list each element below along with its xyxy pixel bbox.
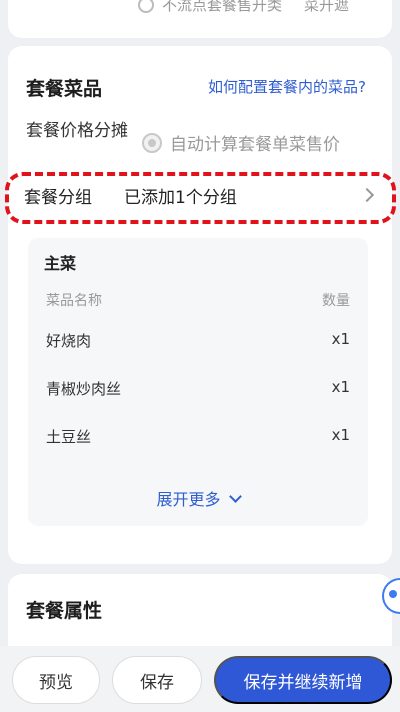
- assistant-icon: [389, 590, 397, 598]
- combo-dishes-card: 套餐菜品 如何配置套餐内的菜品? 套餐价格分摊 自动计算套餐单菜售价 套餐分组 …: [8, 46, 392, 564]
- list-item: 青椒炒肉丝 x1: [28, 378, 368, 402]
- sale-type-card: 不流点套餐售开类 菜开遮: [8, 0, 392, 38]
- list-item: 土豆丝 x1: [28, 426, 368, 450]
- help-link[interactable]: 如何配置套餐内的菜品?: [208, 76, 366, 97]
- price-split-label: 套餐价格分摊: [26, 121, 128, 141]
- highlight-annotation: [5, 172, 396, 224]
- dish-group-panel: 主菜 菜品名称 数量 好烧肉 x1 青椒炒肉丝 x1 土豆丝 x1 展开更多: [28, 238, 368, 526]
- dish-name: 好烧肉: [46, 332, 92, 350]
- dish-group-name: 主菜: [44, 254, 77, 273]
- dish-qty: x1: [331, 378, 350, 396]
- expand-more-button[interactable]: 展开更多: [28, 486, 368, 510]
- dish-qty: x1: [331, 330, 350, 348]
- dish-qty: x1: [331, 426, 350, 444]
- chevron-down-icon: [228, 489, 242, 503]
- section-title: 套餐菜品: [26, 78, 103, 100]
- expand-more-label: 展开更多: [156, 490, 221, 509]
- dish-name: 青椒炒肉丝: [46, 380, 122, 398]
- dish-name: 土豆丝: [46, 428, 92, 446]
- price-split-radio[interactable]: [142, 132, 162, 153]
- bottom-action-bar: 预览 保存 保存并继续新增: [0, 646, 400, 712]
- sale-type-option-b[interactable]: 菜开遮: [304, 0, 349, 15]
- preview-button[interactable]: 预览: [12, 656, 100, 704]
- sale-type-radio-a[interactable]: [138, 0, 154, 13]
- price-split-option[interactable]: 自动计算套餐单菜售价: [142, 130, 340, 155]
- save-and-new-button[interactable]: 保存并继续新增: [214, 656, 392, 704]
- attributes-title: 套餐属性: [26, 600, 103, 622]
- column-header-qty: 数量: [322, 293, 350, 309]
- price-split-option-label: 自动计算套餐单菜售价: [170, 135, 340, 155]
- list-item: 好烧肉 x1: [28, 330, 368, 354]
- sale-type-option-a[interactable]: 不流点套餐售开类: [162, 0, 282, 15]
- save-button[interactable]: 保存: [112, 656, 202, 704]
- column-header-name: 菜品名称: [46, 293, 102, 309]
- sale-type-options: 不流点套餐售开类 菜开遮: [138, 0, 392, 15]
